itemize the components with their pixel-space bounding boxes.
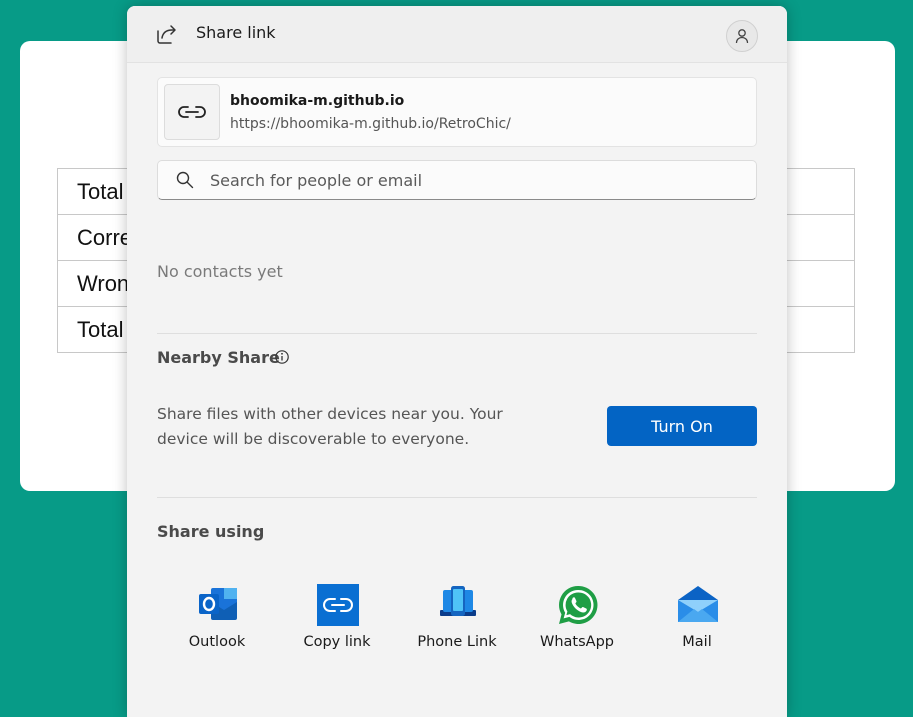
dialog-title: Share link (196, 23, 276, 42)
app-label: WhatsApp (540, 634, 614, 650)
search-box[interactable] (157, 160, 757, 200)
link-icon (178, 106, 206, 118)
share-app-outlook[interactable]: Outlook (157, 584, 277, 654)
copy-link-icon (317, 584, 359, 626)
search-icon (176, 171, 194, 189)
nearby-share-title: Nearby Share (157, 348, 280, 367)
share-dialog: Share link bhoomika-m.github.io https://… (127, 6, 787, 717)
link-icon-box (164, 84, 220, 140)
link-url: https://bhoomika-m.github.io/RetroChic/ (230, 116, 511, 132)
link-title: bhoomika-m.github.io (230, 93, 405, 109)
mail-icon (678, 586, 718, 622)
shared-link-card: bhoomika-m.github.io https://bhoomika-m.… (157, 77, 757, 147)
share-using-title: Share using (157, 522, 265, 541)
person-icon (735, 29, 749, 44)
share-icon (157, 25, 176, 44)
nearby-share-description: Share files with other devices near you.… (157, 405, 503, 448)
search-input[interactable] (210, 167, 740, 193)
phone-link-icon (440, 586, 476, 616)
no-contacts-text: No contacts yet (157, 262, 283, 281)
divider (157, 333, 757, 334)
turn-on-button[interactable]: Turn On (607, 406, 757, 446)
info-icon[interactable] (274, 349, 290, 365)
app-label: Mail (682, 634, 712, 650)
share-app-copy-link[interactable]: Copy link (277, 584, 397, 654)
divider (157, 497, 757, 498)
share-app-phone-link[interactable]: Phone Link (397, 584, 517, 654)
share-app-whatsapp[interactable]: WhatsApp (517, 584, 637, 654)
outlook-icon (199, 588, 237, 620)
app-label: Phone Link (417, 634, 497, 650)
share-app-mail[interactable]: Mail (637, 584, 757, 654)
app-label: Outlook (188, 634, 246, 650)
app-label: Copy link (303, 634, 371, 650)
whatsapp-icon (559, 585, 598, 624)
dialog-title-bar: Share link (127, 6, 787, 63)
profile-button[interactable] (726, 20, 758, 52)
